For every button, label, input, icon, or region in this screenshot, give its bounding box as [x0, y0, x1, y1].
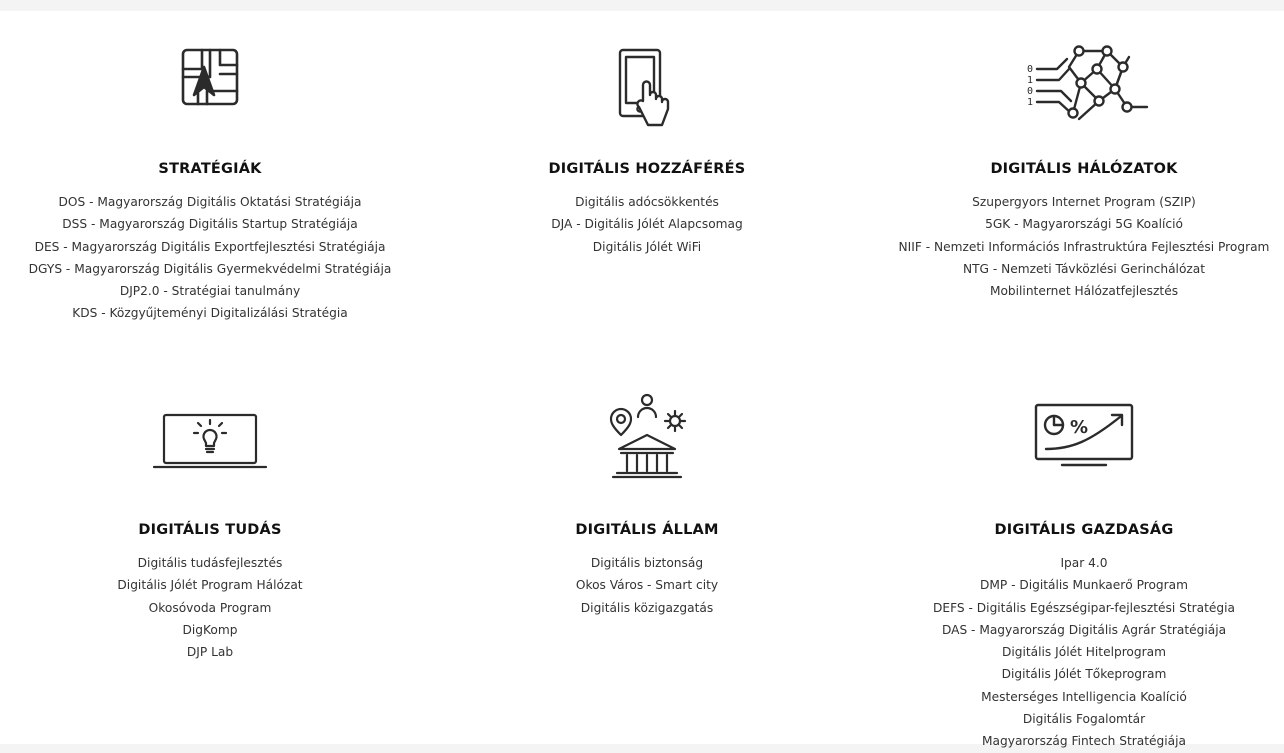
link-item[interactable]: DJA - Digitális Jólét Alapcsomag [447, 213, 847, 235]
link-item[interactable]: Okosóvoda Program [10, 597, 410, 619]
link-item[interactable]: DOS - Magyarország Digitális Oktatási St… [10, 191, 410, 213]
link-item[interactable]: Digitális biztonság [447, 552, 847, 574]
section-digitalis-hozzaferes: DIGITÁLIS HOZZÁFÉRÉS Digitális adócsökke… [447, 11, 847, 351]
link-item[interactable]: Digitális Jólét Program Hálózat [10, 574, 410, 596]
link-item[interactable]: Szupergyors Internet Program (SZIP) [884, 191, 1284, 213]
link-list: Digitális adócsökkentés DJA - Digitális … [447, 191, 847, 258]
link-item[interactable]: Digitális közigazgatás [447, 597, 847, 619]
link-item[interactable]: Digitális adócsökkentés [447, 191, 847, 213]
section-title: STRATÉGIÁK [158, 161, 262, 177]
link-item[interactable]: DSS - Magyarország Digitális Startup Str… [10, 213, 410, 235]
link-item[interactable]: DAS - Magyarország Digitális Agrár Strat… [884, 619, 1284, 641]
link-list: Digitális biztonság Okos Város - Smart c… [447, 552, 847, 619]
link-item[interactable]: NTG - Nemzeti Távközlési Gerinchálózat [884, 258, 1284, 280]
link-list: DOS - Magyarország Digitális Oktatási St… [10, 191, 410, 325]
link-item[interactable]: DJP Lab [10, 641, 410, 663]
section-digitalis-tudas: DIGITÁLIS TUDÁS Digitális tudásfejleszté… [10, 371, 410, 744]
link-item[interactable]: DES - Magyarország Digitális Exportfejle… [10, 236, 410, 258]
link-item[interactable]: Digitális Jólét WiFi [447, 236, 847, 258]
link-item[interactable]: Digitális tudásfejlesztés [10, 552, 410, 574]
section-digitalis-allam: DIGITÁLIS ÁLLAM Digitális biztonság Okos… [447, 371, 847, 744]
percent-sign: % [1070, 417, 1088, 438]
binary-digit: 1 [1027, 97, 1033, 108]
binary-digit: 0 [1027, 64, 1033, 75]
tablet-touch-icon[interactable] [615, 45, 679, 131]
section-digitalis-gazdasag: % DIGITÁLIS GAZDASÁG Ipar 4.0 DMP - Digi… [884, 371, 1284, 748]
binary-digit: 0 [1027, 86, 1033, 97]
link-item[interactable]: Digitális Jólét Hitelprogram [884, 641, 1284, 663]
categories-panel: STRATÉGIÁK DOS - Magyarország Digitális … [0, 11, 1284, 748]
laptop-lightbulb-icon[interactable] [152, 409, 268, 473]
link-list: Ipar 4.0 DMP - Digitális Munkaerő Progra… [884, 552, 1284, 753]
section-title: DIGITÁLIS GAZDASÁG [994, 522, 1174, 538]
link-item[interactable]: DMP - Digitális Munkaerő Program [884, 574, 1284, 596]
section-title: DIGITÁLIS HOZZÁFÉRÉS [548, 161, 746, 177]
link-list: Szupergyors Internet Program (SZIP) 5GK … [884, 191, 1284, 302]
link-item[interactable]: DEFS - Digitális Egészségipar-fejlesztés… [884, 597, 1284, 619]
link-item[interactable]: Digitális Fogalomtár [884, 708, 1284, 730]
section-strategiak: STRATÉGIÁK DOS - Magyarország Digitális … [10, 11, 410, 351]
link-item[interactable]: Mesterséges Intelligencia Koalíció [884, 686, 1284, 708]
link-item[interactable]: DGYS - Magyarország Digitális Gyermekvéd… [10, 258, 410, 280]
link-item[interactable]: DJP2.0 - Stratégiai tanulmány [10, 280, 410, 302]
link-item[interactable]: Okos Város - Smart city [447, 574, 847, 596]
link-item[interactable]: DigKomp [10, 619, 410, 641]
link-item[interactable]: Magyarország Fintech Stratégiája [884, 730, 1284, 752]
section-title: DIGITÁLIS HÁLÓZATOK [990, 161, 1178, 177]
monitor-growth-chart-icon[interactable]: % [1032, 401, 1136, 471]
binary-digit: 1 [1027, 75, 1033, 86]
binary-network-icon[interactable]: 0 1 0 1 [1019, 39, 1149, 129]
section-title: DIGITÁLIS ÁLLAM [575, 522, 719, 538]
link-item[interactable]: NIIF - Nemzeti Információs Infrastruktúr… [884, 236, 1284, 258]
strategy-map-icon[interactable] [180, 47, 240, 107]
government-building-icon[interactable] [599, 391, 695, 481]
link-item[interactable]: 5GK - Magyarországi 5G Koalíció [884, 213, 1284, 235]
link-item[interactable]: Digitális Jólét Tőkeprogram [884, 663, 1284, 685]
section-digitalis-halozatok: 0 1 0 1 DIGITÁLIS HÁLÓZATOK Szupergyors … [884, 11, 1284, 351]
section-title: DIGITÁLIS TUDÁS [138, 522, 282, 538]
link-item[interactable]: KDS - Közgyűjteményi Digitalizálási Stra… [10, 302, 410, 324]
link-item[interactable]: Mobilinternet Hálózatfejlesztés [884, 280, 1284, 302]
link-item[interactable]: Ipar 4.0 [884, 552, 1284, 574]
link-list: Digitális tudásfejlesztés Digitális Jólé… [10, 552, 410, 663]
